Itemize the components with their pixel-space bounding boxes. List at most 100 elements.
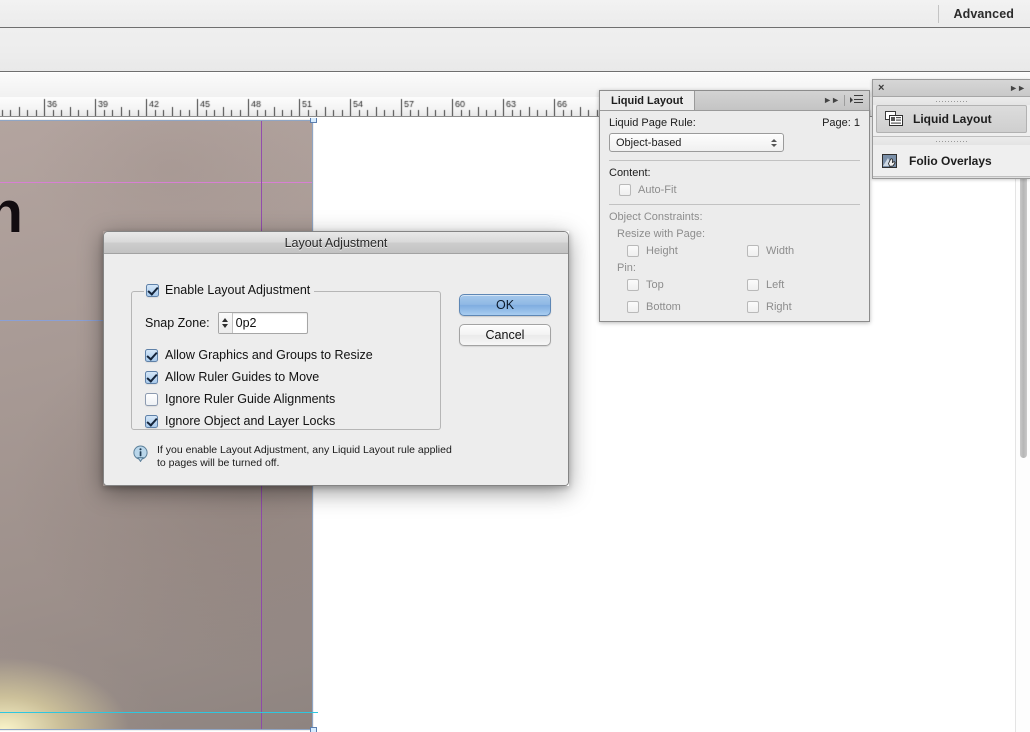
panel-tab-tools: ►►	[823, 91, 869, 110]
page-indicator: Page: 1	[822, 117, 860, 129]
pin-right-row[interactable]: Right	[747, 301, 857, 313]
dialog-button-group: OK Cancel	[459, 294, 551, 354]
vertical-scrollbar-thumb[interactable]	[1020, 158, 1027, 458]
snap-zone-row: Snap Zone:	[145, 312, 308, 334]
snap-zone-stepper-icon[interactable]	[218, 313, 233, 333]
dock-grip-1[interactable]	[873, 97, 1030, 105]
dock-grip-2[interactable]	[873, 137, 1030, 145]
dock-group-folio-overlays: Folio Overlays	[873, 137, 1030, 177]
headline-line-1: t in	[0, 180, 23, 245]
dock-group-liquid-layout: Liquid Layout	[873, 97, 1030, 137]
selection-handle-bottom-right[interactable]	[310, 727, 317, 732]
workspace-switcher[interactable]: Advanced	[953, 7, 1030, 21]
liquid-page-rule-value: Object-based	[616, 136, 682, 149]
ignore-ruler-guide-alignments-label: Ignore Ruler Guide Alignments	[165, 392, 336, 406]
liquid-page-rule-select[interactable]: Object-based	[609, 133, 784, 152]
allow-graphics-resize-label: Allow Graphics and Groups to Resize	[165, 348, 373, 362]
resize-height-label: Height	[646, 245, 678, 257]
headline-text: t in 6	[0, 175, 23, 327]
pin-bottom-row[interactable]: Bottom	[627, 301, 737, 313]
dialog-body: Enable Layout Adjustment Snap Zone: Allo	[104, 254, 568, 485]
snap-zone-label: Snap Zone:	[145, 316, 210, 330]
menubar-divider	[938, 4, 940, 23]
indesign-window: Advanced t in 6	[0, 0, 1030, 732]
panel-divider-2	[609, 204, 860, 205]
pin-left-row[interactable]: Left	[747, 279, 857, 291]
dock-item-liquid-layout[interactable]: Liquid Layout	[876, 105, 1027, 133]
select-stepper-arrows-icon[interactable]	[771, 138, 777, 147]
enable-layout-adjustment-row[interactable]: Enable Layout Adjustment	[144, 283, 315, 297]
option-row-3[interactable]: Ignore Object and Layer Locks	[145, 414, 373, 428]
resize-height-row[interactable]: Height	[627, 245, 737, 257]
resize-width-checkbox[interactable]	[747, 245, 759, 257]
dialog-title: Layout Adjustment	[284, 235, 388, 250]
selection-handle-top-right[interactable]	[310, 118, 317, 123]
panel-tools-divider	[844, 95, 845, 106]
cancel-button[interactable]: Cancel	[459, 324, 551, 346]
liquid-page-rule-label: Liquid Page Rule:	[609, 117, 696, 129]
ok-button[interactable]: OK	[459, 294, 551, 316]
close-icon[interactable]: ×	[878, 82, 884, 94]
panel-tab-label: Liquid Layout	[611, 94, 684, 107]
pin-right-checkbox[interactable]	[747, 301, 759, 313]
enable-layout-adjustment-fieldset: Enable Layout Adjustment Snap Zone: Allo	[131, 283, 441, 430]
panel-tab-bar: Liquid Layout ►►	[600, 91, 869, 111]
resize-width-label: Width	[766, 245, 795, 257]
panel-tab-liquid-layout[interactable]: Liquid Layout	[600, 91, 696, 110]
dialog-note-text: If you enable Layout Adjustment, any Liq…	[157, 444, 452, 469]
ignore-object-layer-locks-checkbox[interactable]	[145, 414, 158, 428]
enable-layout-adjustment-label: Enable Layout Adjustment	[165, 283, 311, 297]
info-icon	[132, 445, 149, 463]
dock-item-label: Liquid Layout	[913, 112, 992, 126]
layout-adjustment-options: Allow Graphics and Groups to Resize Allo…	[145, 340, 373, 428]
pin-left-label: Left	[766, 279, 785, 291]
allow-ruler-guides-move-label: Allow Ruler Guides to Move	[165, 370, 320, 384]
auto-fit-checkbox[interactable]	[619, 184, 631, 196]
headline-line-2: 6	[0, 251, 21, 327]
snap-zone-input[interactable]	[232, 313, 307, 333]
ruler-guide-cyan[interactable]	[0, 712, 318, 713]
page-value: 1	[853, 117, 860, 129]
ignore-ruler-guide-alignments-checkbox[interactable]	[145, 392, 158, 406]
panel-body: Liquid Page Rule: Page: 1 Object-based C…	[600, 111, 869, 318]
dialog-title-bar[interactable]: Layout Adjustment	[104, 232, 568, 254]
pin-left-checkbox[interactable]	[747, 279, 759, 291]
enable-layout-adjustment-checkbox[interactable]	[146, 283, 159, 297]
layout-adjustment-dialog[interactable]: Layout Adjustment Enable Layout Adjustme…	[103, 231, 569, 486]
liquid-layout-panel[interactable]: Liquid Layout ►► Liquid Page Rule: Page:…	[599, 90, 870, 322]
ignore-object-layer-locks-label: Ignore Object and Layer Locks	[165, 414, 336, 428]
snap-zone-field[interactable]	[217, 312, 308, 334]
resize-height-checkbox[interactable]	[627, 245, 639, 257]
vertical-scrollbar[interactable]	[1015, 118, 1030, 732]
option-row-1[interactable]: Allow Ruler Guides to Move	[145, 370, 373, 384]
menubar-right-cluster: Advanced	[938, 0, 1030, 27]
dock-expand-icon[interactable]: ►►	[1009, 83, 1026, 93]
margin-guide-top	[0, 182, 313, 183]
page-label: Page:	[822, 117, 851, 129]
pin-top-label: Top	[646, 279, 664, 291]
pin-top-checkbox[interactable]	[627, 279, 639, 291]
allow-ruler-guides-move-checkbox[interactable]	[145, 370, 158, 384]
folio-overlays-icon	[881, 153, 900, 169]
content-label: Content:	[609, 167, 651, 179]
liquid-page-rule-row: Liquid Page Rule: Page: 1	[609, 117, 860, 129]
panel-dock[interactable]: × ►► Liquid Layout Folio Overlays	[872, 79, 1030, 179]
pin-top-row[interactable]: Top	[627, 279, 737, 291]
pin-label: Pin:	[617, 262, 636, 274]
option-row-2[interactable]: Ignore Ruler Guide Alignments	[145, 392, 373, 406]
dock-item-folio-overlays[interactable]: Folio Overlays	[873, 145, 1030, 176]
allow-graphics-resize-checkbox[interactable]	[145, 348, 158, 362]
dock-header: × ►►	[873, 80, 1030, 97]
pin-bottom-checkbox[interactable]	[627, 301, 639, 313]
panel-tab-filler	[695, 91, 823, 110]
double-chevron-right-icon[interactable]: ►►	[823, 96, 840, 105]
panel-flyout-menu-icon[interactable]	[850, 95, 863, 106]
dock-item-label: Folio Overlays	[909, 153, 992, 168]
pin-right-label: Right	[766, 301, 792, 313]
resize-checkbox-row: Height Width	[617, 240, 860, 262]
auto-fit-row[interactable]: Auto-Fit	[619, 184, 860, 196]
liquid-layout-icon	[885, 111, 904, 127]
option-row-0[interactable]: Allow Graphics and Groups to Resize	[145, 348, 373, 362]
resize-width-row[interactable]: Width	[747, 245, 857, 257]
application-menu-bar: Advanced	[0, 0, 1030, 28]
